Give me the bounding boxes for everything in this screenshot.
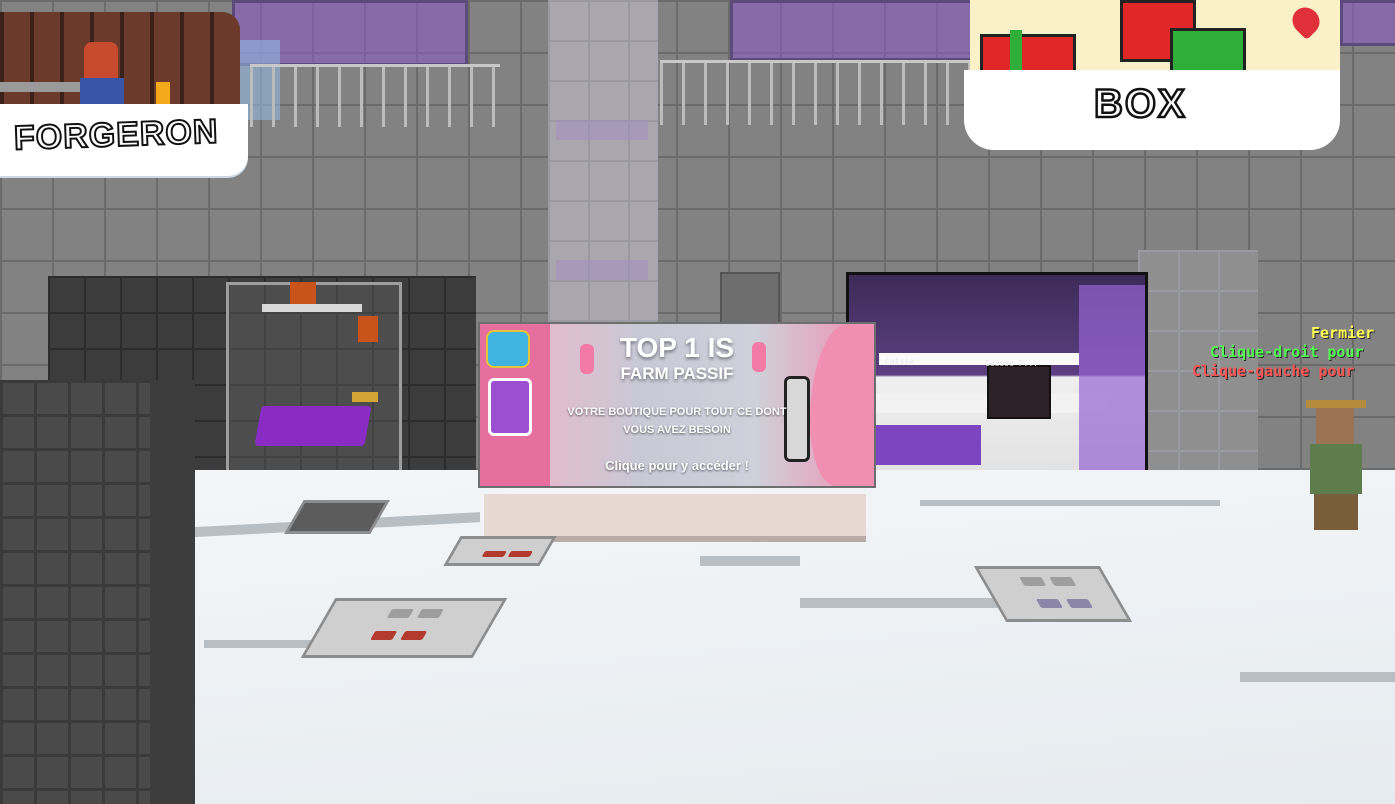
iron-cage [226,282,402,484]
box-sign-label: BOX [1093,81,1187,128]
gold-ingots [352,392,378,402]
balcony-railing [660,60,970,125]
balcony-railing [250,64,500,127]
banner-subtitle: FARM PASSIF [620,364,734,383]
npc-left-click-hint: Clique-gauche pour [1192,362,1355,380]
pillar-glow [556,120,648,140]
floor-step [700,556,800,566]
npc-legs [1314,494,1358,530]
shop-banner[interactable]: TOP 1 IS FARM PASSIF VOTRE BOUTIQUE POUR… [478,322,876,488]
floor-step [920,500,1220,506]
forgeron-sign-label: FORGERON [12,111,220,158]
banner-text-line1: VOTRE BOUTIQUE POUR TOUT CE DONT [567,406,787,418]
floor-step [204,640,314,648]
npc-body [1310,444,1362,494]
tool-icon [784,376,810,462]
game-viewport[interactable]: Caisse Caisse P... FORGERON BOX TOP 1 IS… [0,0,1395,804]
npc-right-click-hint: Clique-droit pour [1210,343,1364,361]
stone-block-side [150,380,195,804]
fire-icon [156,82,170,106]
floor-step [1240,672,1395,682]
blacksmith-head [84,42,118,82]
banner-podium [484,494,866,542]
tool-shelf [0,82,80,92]
enchanted-anvil[interactable] [254,406,372,446]
purple-glass-balcony [1340,0,1395,46]
lava-block [358,316,378,342]
floor-vent [300,598,508,658]
heart-icon [1286,1,1326,41]
crate-label: Caisse P... [985,359,1038,368]
pillar-glow [556,260,648,280]
crate-label: Caisse [885,357,914,366]
npc-head [1316,408,1354,444]
banner-text-line2: VOUS AVEZ BESOIN [623,424,731,436]
stone-shelf [262,304,362,312]
doorway [720,272,780,326]
purple-floor [871,425,981,465]
purple-glass-balcony [730,0,976,61]
purple-glass-pane [1079,285,1145,495]
treasure-chest[interactable] [987,365,1051,419]
npc-name: Fermier [1311,324,1375,342]
lava-block [290,282,316,306]
floor-vent [443,536,557,566]
banner-title: TOP 1 IS [619,332,735,363]
shop-window[interactable]: Caisse Caisse P... [846,272,1148,500]
banner-cta[interactable]: Clique pour y accéder ! [480,458,874,473]
npc-fermier[interactable] [1300,400,1366,530]
straw-hat [1306,400,1366,408]
